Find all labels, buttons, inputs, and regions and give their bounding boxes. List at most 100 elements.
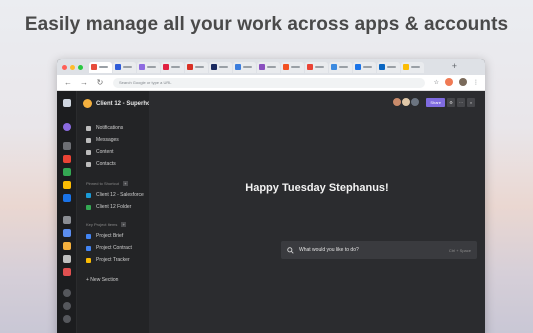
tab-title-placeholder — [387, 66, 396, 68]
app-area: Client 12 - Superhoops Notifications Mes… — [57, 91, 485, 333]
main-panel: Share ⚙ ··· × Happy Tuesday Stephanus! W… — [149, 91, 485, 333]
browser-tab[interactable] — [401, 61, 424, 73]
tab-favicon-icon — [259, 64, 265, 70]
soccer-icon[interactable] — [63, 255, 71, 263]
folder-icon — [86, 149, 91, 155]
browser-tab[interactable] — [137, 61, 160, 73]
workspace-logo-icon — [83, 99, 92, 108]
tab-favicon-icon — [187, 64, 193, 70]
new-tab-button[interactable]: + — [452, 61, 457, 71]
blue-app-icon[interactable] — [63, 194, 71, 202]
salesforce-icon — [86, 192, 91, 198]
tab-favicon-icon — [283, 64, 289, 70]
tab-favicon-icon — [91, 64, 97, 70]
browser-tab[interactable] — [233, 61, 256, 73]
add-key-item-button[interactable]: + — [121, 222, 127, 227]
section-key-items-header: Key Project Items + — [86, 222, 127, 227]
browser-tab[interactable] — [89, 61, 112, 73]
tab-favicon-icon — [379, 64, 385, 70]
tab-title-placeholder — [171, 66, 180, 68]
workspace-globe-icon[interactable] — [63, 123, 71, 131]
settings-circle-icon[interactable] — [63, 289, 71, 297]
tab-favicon-icon — [355, 64, 361, 70]
tab-title-placeholder — [411, 66, 420, 68]
settings-icon[interactable]: ⚙ — [447, 97, 455, 107]
tab-title-placeholder — [363, 66, 372, 68]
close-icon[interactable]: × — [467, 97, 475, 107]
tab-favicon-icon — [307, 64, 313, 70]
extension-icon[interactable] — [445, 78, 453, 86]
tab-title-placeholder — [99, 66, 108, 68]
address-bar[interactable]: Search Google or type a URL — [113, 78, 425, 88]
google-drive-icon[interactable] — [63, 168, 71, 176]
tab-favicon-icon — [403, 64, 409, 70]
avatar[interactable] — [410, 97, 421, 107]
minimize-window-button[interactable] — [70, 64, 75, 70]
browser-tab[interactable] — [377, 61, 400, 73]
sheet-icon — [86, 257, 91, 263]
help-circle-icon[interactable] — [63, 302, 71, 310]
add-pinned-button[interactable]: + — [122, 181, 128, 186]
tab-title-placeholder — [123, 66, 132, 68]
sidebar-item-notifications[interactable]: Notifications — [86, 125, 123, 131]
trophy-icon[interactable] — [63, 242, 71, 250]
browser-menu-icon[interactable]: ⋮ — [473, 79, 479, 86]
new-section-button[interactable]: + New Section — [86, 277, 118, 283]
contact-card-icon — [86, 161, 91, 167]
bookmark-star-icon[interactable]: ☆ — [434, 79, 439, 86]
app-logo-icon[interactable] — [63, 99, 71, 107]
browser-tab[interactable] — [281, 61, 304, 73]
browser-tab[interactable] — [305, 61, 328, 73]
rocket-icon[interactable] — [63, 268, 71, 276]
key-item-project-brief[interactable]: Project Brief — [86, 233, 123, 239]
key-item-project-tracker[interactable]: Project Tracker — [86, 257, 130, 263]
tab-title-placeholder — [315, 66, 324, 68]
browser-window: + ← → ↻ Search Google or type a URL ☆ ⋮ — [57, 59, 485, 333]
yellow-app-icon[interactable] — [63, 181, 71, 189]
key-item-project-contract[interactable]: Project Contract — [86, 245, 132, 251]
maximize-window-button[interactable] — [78, 64, 83, 70]
tab-favicon-icon — [139, 64, 145, 70]
account-rail — [57, 91, 77, 333]
browser-tab[interactable] — [353, 61, 376, 73]
tab-title-placeholder — [267, 66, 276, 68]
browser-tabs — [89, 61, 424, 73]
tab-favicon-icon — [115, 64, 121, 70]
browser-tab[interactable] — [329, 61, 352, 73]
sidebar-item-content[interactable]: Content — [86, 149, 114, 155]
workspace-sidebar: Client 12 - Superhoops Notifications Mes… — [77, 91, 161, 333]
browser-tab[interactable] — [113, 61, 136, 73]
tab-title-placeholder — [243, 66, 252, 68]
tab-title-placeholder — [291, 66, 300, 68]
pinned-item-folder[interactable]: Client 12 Folder — [86, 204, 131, 210]
tab-favicon-icon — [211, 64, 217, 70]
command-input[interactable]: What would you like to do? — [299, 247, 449, 253]
active-workspace-icon[interactable] — [63, 229, 71, 237]
tab-title-placeholder — [147, 66, 156, 68]
browser-tab[interactable] — [209, 61, 232, 73]
sidebar-item-contacts[interactable]: Contacts — [86, 161, 116, 167]
more-options-icon[interactable]: ··· — [457, 97, 465, 107]
profile-avatar[interactable] — [459, 78, 467, 86]
sidebar-item-messages[interactable]: Messages — [86, 137, 119, 143]
tab-title-placeholder — [219, 66, 228, 68]
account-circle-icon[interactable] — [63, 315, 71, 323]
screen-icon[interactable] — [63, 216, 71, 224]
window-controls — [62, 64, 83, 70]
command-bar[interactable]: What would you like to do? Ctrl + Space — [281, 241, 477, 259]
greeting: Happy Tuesday Stephanus! — [245, 182, 389, 194]
reload-icon[interactable]: ↻ — [95, 78, 105, 87]
close-window-button[interactable] — [62, 64, 67, 70]
doc-icon — [86, 245, 91, 251]
browser-tab[interactable] — [185, 61, 208, 73]
browser-tab[interactable] — [257, 61, 280, 73]
forward-icon[interactable]: → — [79, 78, 89, 87]
share-button[interactable]: Share — [426, 97, 445, 107]
browser-tab[interactable] — [161, 61, 184, 73]
back-icon[interactable]: ← — [63, 78, 73, 87]
gmail-icon[interactable] — [63, 155, 71, 163]
bell-icon — [86, 125, 91, 131]
pinned-item-salesforce[interactable]: Client 12 - Salesforce — [86, 192, 144, 198]
apps-grid-icon[interactable] — [63, 142, 71, 150]
workspace-toolbar: Share ⚙ ··· × — [392, 97, 475, 107]
